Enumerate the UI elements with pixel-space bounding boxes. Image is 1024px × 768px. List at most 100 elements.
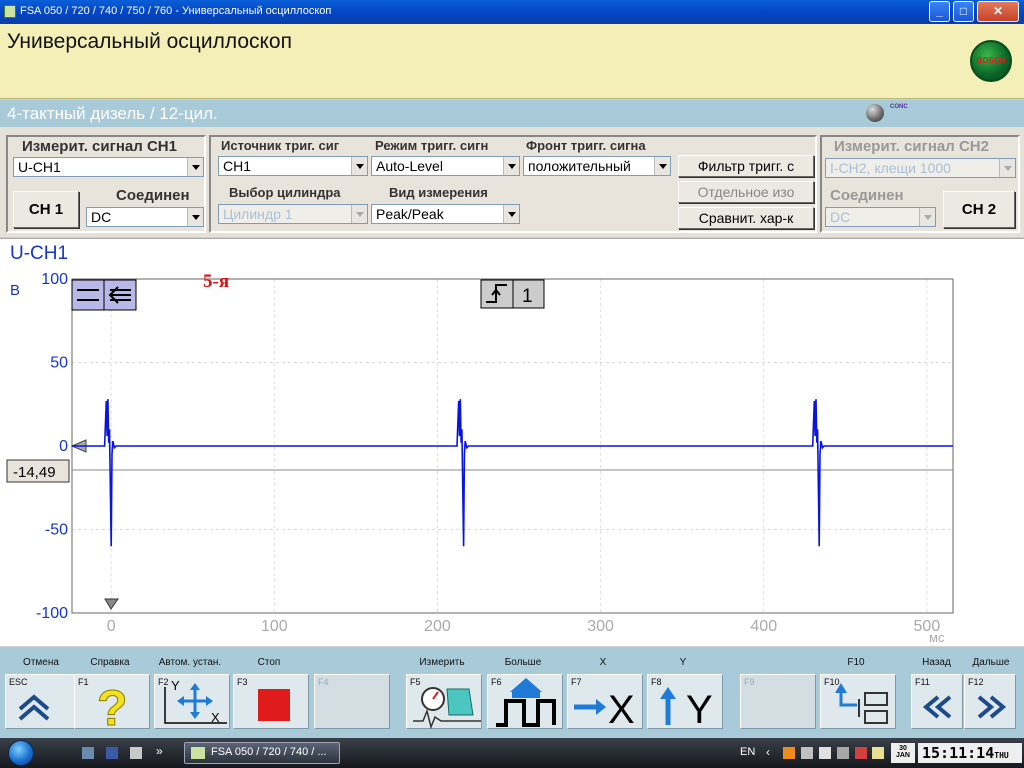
scale-buttons[interactable] [71, 279, 137, 311]
tray-shield-icon[interactable] [801, 747, 813, 759]
chevron-down-icon[interactable] [351, 157, 367, 175]
chevron-down-icon[interactable] [919, 208, 935, 226]
trigger-source-select[interactable]: CH1 [218, 156, 368, 176]
y-arrow-icon: Y [660, 687, 713, 730]
cursor-value: -14,49 [13, 464, 56, 481]
trigger-indicator[interactable]: 1 [480, 279, 545, 309]
trigger-mode-value: Auto-Level [376, 158, 443, 174]
separate-view-button[interactable]: Отдельное изо [678, 181, 814, 203]
f6-caption: Больше [504, 657, 542, 668]
measure-value: Peak/Peak [376, 206, 444, 222]
clock-date[interactable]: 30 JAN [891, 743, 915, 763]
f1-key[interactable]: Справка F1 ? [72, 657, 150, 737]
f4-key-label: F4 [318, 677, 329, 687]
trigger-filter-button[interactable]: Фильтр тригг. с [678, 155, 814, 177]
ch1-coupling-label: Соединен [116, 187, 190, 204]
f9-key[interactable]: F9 [738, 657, 816, 737]
esc-key[interactable]: Отмена ESC [3, 657, 81, 737]
quicklaunch-desktop-icon[interactable] [82, 747, 94, 759]
close-button[interactable]: ✕ [977, 1, 1019, 22]
svg-text:X: X [211, 710, 220, 725]
ch1-signal-select[interactable]: U-CH1 [13, 157, 204, 177]
f2-key[interactable]: Автом. устан. F2 Y X [152, 657, 230, 737]
cylinder-select[interactable]: Цилиндр 1 [218, 204, 368, 224]
layout-icon [835, 683, 888, 724]
x-arrow-icon: X [574, 688, 635, 730]
f3-caption: Стоп [257, 657, 281, 668]
more-button[interactable]: F6 [487, 674, 563, 729]
battery-icon[interactable] [872, 747, 884, 759]
chevron-down-icon[interactable] [187, 208, 203, 226]
chevron-down-icon[interactable] [187, 158, 203, 176]
ch2-coupling-label: Соединен [830, 187, 904, 204]
measure-select[interactable]: Peak/Peak [371, 204, 520, 224]
autoset-button[interactable]: F2 Y X [154, 674, 230, 729]
ch2-button[interactable]: CH 2 [943, 191, 1015, 228]
chevron-down-icon[interactable] [999, 159, 1015, 177]
chevron-down-icon[interactable] [503, 157, 519, 175]
ch2-signal-select[interactable]: I-CH2, клещи 1000 [825, 158, 1016, 178]
volume-icon[interactable] [819, 747, 831, 759]
engine-type: 4-тактный дизель / 12-цил. [7, 104, 218, 123]
f8-caption: Y [679, 657, 687, 668]
y-tick-label: 100 [41, 271, 68, 288]
quicklaunch-explorer-icon[interactable] [106, 747, 118, 759]
chevron-down-icon[interactable] [351, 205, 367, 223]
scale-equal-button[interactable] [71, 279, 105, 311]
trigger-edge-label: Фронт тригг. сигна [526, 138, 646, 153]
help-button[interactable]: F1 ? [74, 674, 150, 730]
chevron-down-icon[interactable] [654, 157, 670, 175]
f10-key[interactable]: F10 F10 [818, 657, 896, 737]
f3-key[interactable]: Стоп F3 [231, 657, 309, 737]
stop-button[interactable]: F3 [233, 674, 309, 729]
measure-button[interactable]: F5 [406, 674, 482, 730]
ch2-coupling-value: DC [830, 209, 851, 225]
taskbar-window-button[interactable]: FSA 050 / 720 / 740 / ... [184, 742, 340, 764]
question-mark-icon: ? [97, 680, 128, 730]
f10-button[interactable]: F10 [820, 674, 896, 729]
measure-label: Вид измерения [389, 185, 488, 200]
f8-key[interactable]: Y F8 Y [645, 657, 723, 737]
f7-key[interactable]: X F7 X [565, 657, 643, 737]
f12-key[interactable]: Дальше F12 [962, 657, 1020, 737]
back-button[interactable]: F11 [911, 674, 963, 729]
trigger-position-icon[interactable] [104, 598, 119, 610]
clock[interactable]: 15:11:14THU [918, 743, 1022, 763]
y-axis: 100 50 0 -50 -100 [36, 271, 68, 622]
taskbar-window-title: FSA 050 / 720 / 740 / ... [211, 746, 327, 758]
x-tick-label: 400 [750, 618, 777, 635]
ch2-coupling-select[interactable]: DC [825, 207, 936, 227]
network-icon[interactable] [837, 747, 849, 759]
f6-key[interactable]: Больше F6 [485, 657, 563, 737]
f5-key[interactable]: Измерить F5 [404, 657, 482, 737]
chevron-down-icon[interactable] [503, 205, 519, 223]
ch1-signal-value: U-CH1 [18, 159, 61, 175]
maximize-button[interactable]: □ [953, 1, 974, 22]
chevron-left-icon[interactable]: ‹ [766, 745, 770, 759]
start-button[interactable] [8, 740, 34, 766]
esc-button[interactable]: ESC [5, 674, 81, 729]
y-tick-label: -100 [36, 605, 68, 622]
measure-icon [413, 687, 481, 730]
f11-key[interactable]: Назад F11 [909, 657, 964, 737]
f4-key[interactable]: F4 [312, 657, 390, 737]
compare-button[interactable]: Сравнит. хар-к [678, 207, 814, 229]
quicklaunch-calc-icon[interactable] [130, 747, 142, 759]
quicklaunch-more-icon[interactable]: » [156, 744, 163, 758]
tray-flag-icon[interactable] [855, 747, 867, 759]
bosch-logo: BOSCH [970, 40, 1012, 82]
y-scale-button[interactable]: F8 Y [647, 674, 723, 730]
minimize-button[interactable]: _ [929, 1, 950, 22]
ch1-coupling-select[interactable]: DC [86, 207, 204, 227]
trigger-mode-select[interactable]: Auto-Level [371, 156, 520, 176]
f4-button[interactable]: F4 [314, 674, 390, 729]
ch1-button[interactable]: CH 1 [13, 191, 79, 228]
next-button[interactable]: F12 [964, 674, 1016, 729]
trigger-edge-select[interactable]: положительный [523, 156, 671, 176]
x-scale-button[interactable]: F7 X [567, 674, 643, 730]
tray-app-icon[interactable] [783, 747, 795, 759]
f9-button[interactable]: F9 [740, 674, 816, 729]
svg-text:Y: Y [171, 678, 180, 693]
f12-caption: Дальше [972, 657, 1010, 668]
language-indicator[interactable]: EN [740, 746, 755, 758]
